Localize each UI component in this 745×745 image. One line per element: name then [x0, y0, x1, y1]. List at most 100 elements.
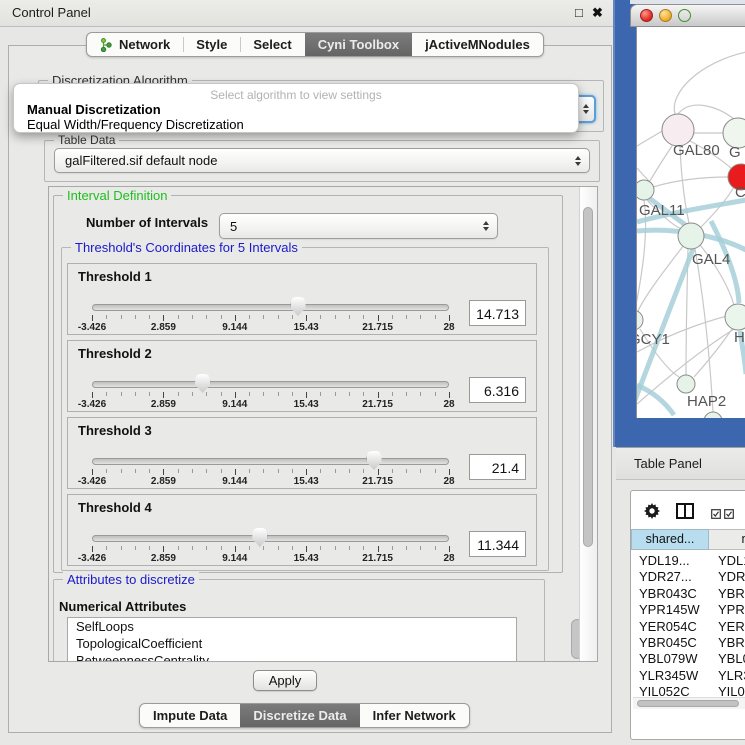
- slider-scale-labels: -3.4262.8599.14415.4321.71528: [92, 476, 449, 488]
- threshold-3-panel: Threshold 3-3.4262.8599.14415.4321.71528…: [67, 417, 537, 489]
- node-label-gal4: GAL4: [692, 251, 730, 268]
- threshold-value-field[interactable]: 14.713: [469, 300, 526, 326]
- threshold-value-field[interactable]: 6.316: [469, 377, 526, 403]
- settings-vertical-scrollbar[interactable]: [579, 187, 597, 661]
- zoom-traffic-light-icon[interactable]: [678, 9, 691, 22]
- tab-jactivemnodules[interactable]: jActiveMNodules: [412, 33, 543, 56]
- threshold-slider-track[interactable]: [92, 535, 449, 542]
- numerical-attributes-heading: Numerical Attributes: [59, 599, 186, 614]
- table-horizontal-scrollbar[interactable]: [633, 697, 745, 709]
- gear-icon[interactable]: [644, 503, 660, 524]
- network-edge-thick[interactable]: [637, 385, 674, 415]
- algorithm-option-equal-width-frequency[interactable]: Equal Width/Frequency Discretization: [27, 117, 244, 132]
- threshold-label: Threshold 1: [78, 269, 152, 284]
- slider-tick-marks: [92, 469, 449, 476]
- threshold-slider-track[interactable]: [92, 458, 449, 465]
- close-traffic-light-icon[interactable]: [640, 9, 653, 22]
- threshold-slider-handle[interactable]: [195, 374, 210, 393]
- node-label-h: H: [734, 329, 745, 346]
- threshold-slider-track[interactable]: [92, 381, 449, 388]
- threshold-slider-handle[interactable]: [367, 451, 382, 470]
- table-data-combobox[interactable]: galFiltered.sif default node: [54, 148, 590, 173]
- tab-network[interactable]: Network: [87, 33, 183, 56]
- apply-button[interactable]: Apply: [253, 670, 317, 691]
- gal4-node[interactable]: [678, 223, 704, 249]
- node-label-c: C: [735, 184, 745, 201]
- close-window-icon[interactable]: ✖: [592, 5, 603, 21]
- tab-infer-network[interactable]: Infer Network: [360, 704, 469, 727]
- slider-tick-marks: [92, 315, 449, 322]
- tab-cyni-toolbox[interactable]: Cyni Toolbox: [305, 33, 412, 56]
- threshold-slider-track[interactable]: [92, 304, 449, 311]
- table-row[interactable]: YBR045CYBR0: [633, 635, 745, 651]
- table-row[interactable]: YER054C YER0: [633, 619, 745, 635]
- tab-discretize-data[interactable]: Discretize Data: [240, 704, 359, 727]
- threshold-2-panel: Threshold 2-3.4262.8599.14415.4321.71528…: [67, 340, 537, 412]
- network-window-titlebar[interactable]: [630, 4, 745, 27]
- network-edge[interactable]: [638, 245, 684, 311]
- numerical-attributes-list[interactable]: SelfLoopsTopologicalCoefficientBetweenne…: [67, 617, 517, 662]
- h-node[interactable]: [725, 304, 745, 330]
- hap2-node[interactable]: [677, 375, 695, 393]
- table-scrollbar-thumb[interactable]: [637, 700, 739, 707]
- cell-shared-name: YDR27...: [639, 569, 711, 584]
- threshold-value-field[interactable]: 11.344: [469, 531, 526, 557]
- gal11-node[interactable]: [637, 180, 654, 200]
- tab-style[interactable]: Style: [183, 33, 240, 56]
- column-header-shared-name[interactable]: shared...: [631, 529, 709, 550]
- table-row[interactable]: YDR27...YDR2: [633, 569, 745, 585]
- tab-select[interactable]: Select: [240, 33, 304, 56]
- number-of-intervals-combobox[interactable]: 5: [219, 213, 498, 239]
- attribute-item-selfloops[interactable]: SelfLoops: [68, 618, 516, 635]
- tab-label: Infer Network: [373, 708, 456, 723]
- threshold-1-panel: Threshold 1-3.4262.8599.14415.4321.71528…: [67, 263, 537, 335]
- threshold-slider-handle[interactable]: [291, 297, 306, 316]
- checkbox-icon[interactable]: [724, 506, 734, 524]
- table-row[interactable]: YBL079WYBL0: [633, 651, 745, 667]
- settings-scrollbar-thumb[interactable]: [583, 207, 593, 547]
- column-header-name[interactable]: na: [709, 529, 745, 550]
- combobox-arrows-icon: [483, 221, 489, 231]
- network-edge[interactable]: [650, 146, 672, 181]
- checkbox-icon[interactable]: [711, 506, 721, 524]
- network-view-canvas[interactable]: GAL80GGAL11CGAL4GCY1HHAP2: [636, 27, 745, 418]
- algorithm-option-manual-discretization[interactable]: Manual Discretization: [27, 102, 161, 117]
- attribute-item-topologicalcoefficient[interactable]: TopologicalCoefficient: [68, 635, 516, 652]
- table-panel-card: shared... na YDL19...YDL1YDR27...YDR2YBR…: [630, 490, 745, 740]
- top-tab-strip: NetworkStyle Select Cyni ToolboxjActiveMNo…: [86, 32, 544, 57]
- cell-name: YBL0: [718, 651, 745, 666]
- settings-scrollpane: Interval Definition Number of Intervals …: [48, 186, 598, 662]
- threshold-slider-handle[interactable]: [252, 528, 267, 547]
- slider-tick-marks: [92, 392, 449, 399]
- table-row[interactable]: YLR345WYLR3: [633, 668, 745, 684]
- control-panel-titlebar: Control Panel □ ✖: [0, 0, 616, 27]
- node-label-gal80: GAL80: [673, 142, 720, 159]
- float-window-icon[interactable]: □: [575, 5, 583, 20]
- threshold-label: Threshold 4: [78, 500, 152, 515]
- table-row[interactable]: YPR145WYPR1: [633, 602, 745, 618]
- table-row[interactable]: YDL19...YDL1: [633, 553, 745, 569]
- tab-label: Impute Data: [153, 708, 227, 723]
- attribute-item-betweennesscentrality[interactable]: BetweennessCentrality: [68, 652, 516, 662]
- bottom-node[interactable]: [704, 412, 722, 418]
- cell-name: YER0: [718, 619, 745, 634]
- slider-tick-marks: [92, 546, 449, 553]
- table-panel-title: Table Panel: [634, 456, 702, 471]
- threshold-value-field[interactable]: 21.4: [469, 454, 526, 480]
- network-edge[interactable]: [695, 249, 713, 412]
- threshold-label: Threshold 2: [78, 346, 152, 361]
- gcy1-node[interactable]: [637, 310, 643, 330]
- cell-shared-name: YPR145W: [639, 602, 711, 617]
- cell-name: YLR3: [718, 668, 745, 683]
- tab-impute-data[interactable]: Impute Data: [140, 704, 240, 727]
- control-panel: Control Panel □ ✖ NetworkStyle Select Cyni…: [0, 0, 616, 745]
- network-edge[interactable]: [653, 177, 729, 187]
- cell-shared-name: YBR043C: [639, 586, 711, 601]
- table-data-selected-value: galFiltered.sif default node: [65, 153, 217, 168]
- table-row[interactable]: YBR043CYBR0: [633, 586, 745, 602]
- cell-shared-name: YER054C: [639, 619, 711, 634]
- minimize-traffic-light-icon[interactable]: [659, 9, 672, 22]
- tab-label: Select: [253, 37, 291, 52]
- network-edge[interactable]: [674, 52, 745, 114]
- split-columns-icon[interactable]: [676, 503, 694, 524]
